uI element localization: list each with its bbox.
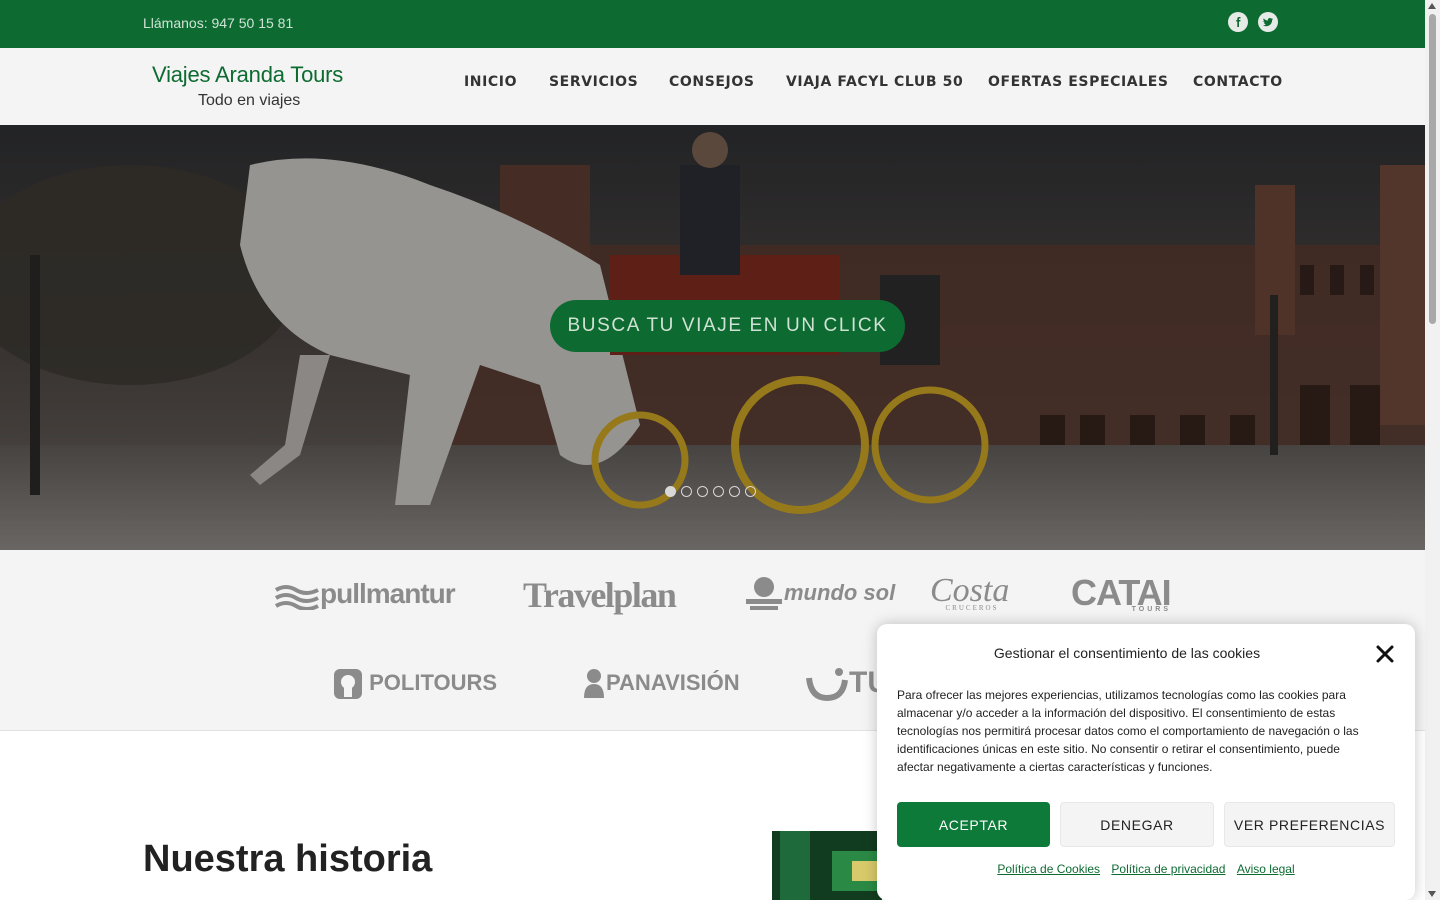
- twitter-icon[interactable]: [1258, 12, 1278, 32]
- cookie-consent-dialog: Gestionar el consentimiento de las cooki…: [877, 624, 1415, 900]
- phone-number: Llámanos: 947 50 15 81: [143, 15, 294, 31]
- partner-logo-travelplan: Travelplan: [523, 575, 677, 615]
- sun-icon: [746, 577, 782, 610]
- close-icon[interactable]: [1375, 644, 1395, 664]
- nav-viaja-facyl-club-50[interactable]: VIAJA FACYL CLUB 50: [786, 74, 963, 90]
- partner-logo-costa: Costa CRUCEROS: [930, 572, 1010, 612]
- politours-emblem-icon: [334, 669, 362, 699]
- scroll-thumb[interactable]: [1429, 14, 1436, 324]
- search-trip-button[interactable]: BUSCA TU VIAJE EN UN CLICK: [550, 300, 905, 352]
- slider-dot-4[interactable]: [713, 486, 724, 497]
- partner-logo-politours: POLITOURS: [333, 668, 497, 700]
- person-icon: [584, 669, 604, 698]
- deny-cookies-button[interactable]: DENEGAR: [1060, 802, 1214, 847]
- partner-logo-mundosol: mundo sol: [744, 575, 895, 613]
- view-preferences-button[interactable]: VER PREFERENCIAS: [1224, 802, 1395, 847]
- nav-consejos[interactable]: CONSEJOS: [669, 74, 755, 90]
- partner-logo-panavision: PANAVISIÓN: [582, 668, 740, 700]
- tui-smile-icon: [806, 668, 848, 702]
- slider-dot-2[interactable]: [681, 486, 692, 497]
- nav-inicio[interactable]: INICIO: [464, 74, 517, 90]
- nav-ofertas-especiales[interactable]: OFERTAS ESPECIALES: [988, 74, 1169, 90]
- privacy-policy-link[interactable]: Política de privacidad: [1111, 862, 1225, 876]
- hero-slider[interactable]: BUSCA TU VIAJE EN UN CLICK: [0, 125, 1425, 550]
- site-logo-title[interactable]: Viajes Aranda Tours: [152, 62, 343, 88]
- site-header: Viajes Aranda Tours Todo en viajes INICI…: [0, 48, 1425, 125]
- legal-notice-link[interactable]: Aviso legal: [1237, 862, 1295, 876]
- site-tagline: Todo en viajes: [198, 92, 301, 109]
- accept-cookies-button[interactable]: ACEPTAR: [897, 802, 1050, 847]
- facebook-icon[interactable]: [1228, 12, 1248, 32]
- slider-dot-1[interactable]: [665, 486, 676, 497]
- waves-icon: [274, 584, 319, 611]
- page-scrollbar[interactable]: [1425, 0, 1440, 900]
- slider-dot-5[interactable]: [729, 486, 740, 497]
- partner-logo-pullmantur: pullmantur: [274, 578, 456, 611]
- story-image: [772, 831, 882, 900]
- cookie-dialog-title: Gestionar el consentimiento de las cooki…: [993, 645, 1261, 661]
- slider-dot-6[interactable]: [745, 486, 756, 497]
- scroll-up-arrow[interactable]: [1428, 3, 1436, 9]
- top-bar: Llámanos: 947 50 15 81: [0, 0, 1425, 48]
- partner-logo-catai: CATAI TOURS: [1071, 572, 1172, 613]
- slider-dots: [665, 486, 756, 497]
- cookie-policy-links: Política de Cookies Política de privacid…: [877, 862, 1415, 876]
- nav-servicios[interactable]: SERVICIOS: [549, 74, 638, 90]
- scroll-down-arrow[interactable]: [1428, 891, 1436, 897]
- slider-dot-3[interactable]: [697, 486, 708, 497]
- cookie-description: Para ofrecer las mejores experiencias, u…: [897, 688, 1359, 774]
- cookie-policy-link[interactable]: Política de Cookies: [997, 862, 1100, 876]
- nav-contacto[interactable]: CONTACTO: [1193, 74, 1283, 90]
- story-heading: Nuestra historia: [143, 838, 433, 880]
